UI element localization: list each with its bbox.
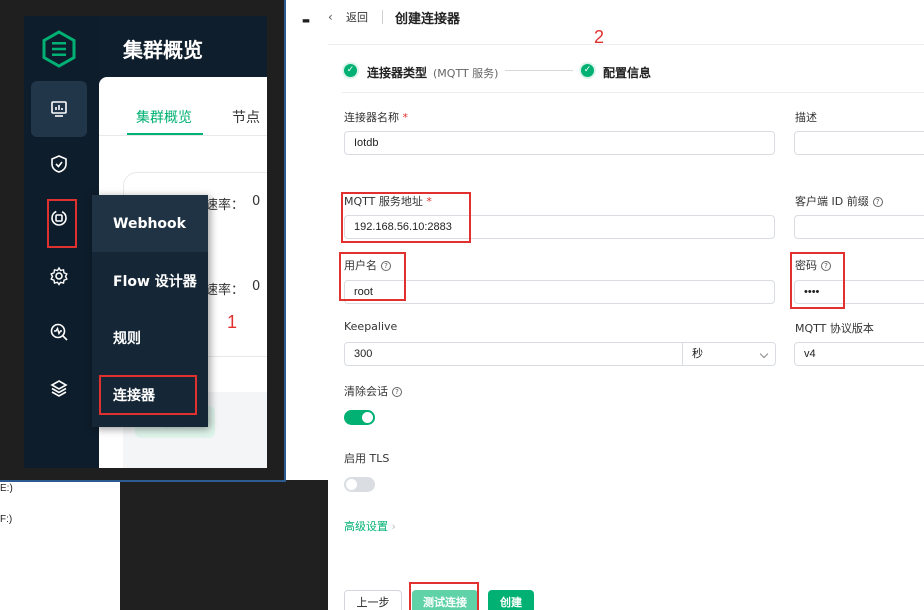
annotation-number-1: 1 (227, 312, 238, 332)
clean-session-label-text: 清除会话 (344, 385, 388, 398)
tabs-divider (99, 135, 267, 136)
back-chevron-icon[interactable]: ‹ (328, 10, 333, 24)
steps-connector-line (505, 70, 573, 71)
screenshot-root: E:) F:) 集群概览 集群概览 节点 速率： 0 速率： 0 Webhook… (0, 0, 924, 610)
chevron-right-icon: › (391, 520, 396, 533)
page-header: ‹ 返回 创建连接器 (328, 0, 924, 44)
keepalive-unit-value: 秒 (692, 347, 703, 360)
page-title: 创建连接器 (395, 12, 461, 27)
description-label: 描述 (795, 111, 817, 124)
tab-cluster-overview[interactable]: 集群概览 (136, 107, 192, 127)
connector-name-input[interactable]: Iotdb (344, 131, 775, 155)
previous-step-button[interactable]: 上一步 (344, 590, 402, 610)
create-connector-pane: ‹ 返回 创建连接器 ✓ 连接器类型 (MQTT 服务) ✓ 配置信息 2 连接… (328, 0, 924, 610)
stat-rate-value-1: 0 (252, 194, 261, 209)
keepalive-input[interactable]: 300 (344, 342, 683, 366)
create-button[interactable]: 创建 (488, 590, 534, 610)
step-2-label: 配置信息 (603, 66, 652, 80)
window-border-right (284, 0, 286, 482)
annotation-box-password (790, 252, 845, 309)
tls-toggle[interactable] (344, 477, 375, 492)
annotation-box-integration (47, 199, 77, 248)
menu-item-rules[interactable]: 规则 (92, 309, 208, 366)
step-1-label: 连接器类型 (367, 66, 428, 80)
settings-icon (50, 266, 68, 286)
chevron-down-icon (759, 349, 769, 359)
keepalive-unit-select[interactable]: 秒 (682, 342, 776, 366)
menu-item-flow-designer[interactable]: Flow 设计器 (92, 252, 208, 309)
tab-nodes[interactable]: 节点 (232, 107, 260, 127)
advanced-settings-link[interactable]: 高级设置 › (344, 518, 396, 534)
keepalive-label: Keepalive (344, 320, 398, 333)
clientid-label: 客户端 ID 前缀? (795, 193, 883, 209)
header-separator (382, 10, 383, 24)
nav-extensions-button[interactable] (31, 360, 87, 416)
toggle-knob (346, 479, 357, 490)
back-link[interactable]: 返回 (346, 9, 368, 25)
step-1-sub: (MQTT 服务) (433, 67, 499, 80)
toggle-knob (362, 412, 373, 423)
layers-icon (50, 380, 68, 397)
diagnose-icon (50, 323, 68, 341)
annotation-box-username (339, 252, 406, 301)
tls-label: 启用 TLS (344, 452, 390, 465)
menu-item-webhook[interactable]: Webhook (92, 195, 208, 252)
nav-access-control-button[interactable] (31, 136, 87, 192)
desktop-background-strip (120, 480, 328, 610)
drive-e[interactable]: E:) (0, 483, 13, 494)
step-1-check-icon: ✓ (342, 62, 359, 79)
username-input[interactable]: root (344, 280, 775, 304)
help-icon[interactable]: ? (872, 197, 883, 207)
form-divider (342, 92, 924, 93)
nav-management-button[interactable] (31, 248, 87, 304)
left-pane: E:) F:) 集群概览 集群概览 节点 速率： 0 速率： 0 Webhook… (0, 0, 328, 610)
description-input[interactable] (794, 131, 924, 155)
printer-icon[interactable] (298, 10, 314, 24)
nav-diagnose-button[interactable] (31, 304, 87, 360)
shield-icon (51, 155, 67, 173)
clean-session-label: 清除会话? (344, 383, 402, 399)
name-label: 连接器名称 * (344, 109, 408, 125)
required-mark: * (402, 111, 409, 124)
name-label-text: 连接器名称 (344, 111, 399, 124)
stat-rate-label-1: 速率： (205, 198, 245, 213)
stat-rate-value-2: 0 (252, 279, 261, 294)
clientid-label-text: 客户端 ID 前缀 (795, 195, 869, 208)
annotation-box-connectors (99, 375, 197, 415)
emqx-logo-icon[interactable] (40, 30, 78, 68)
help-icon[interactable]: ? (392, 387, 402, 397)
window-border-bottom (0, 480, 286, 482)
clean-session-toggle[interactable] (344, 410, 375, 425)
nav-dashboard-button[interactable] (31, 81, 87, 137)
mqtt-version-label: MQTT 协议版本 (795, 322, 874, 335)
clientid-prefix-input[interactable] (794, 215, 924, 239)
annotation-box-server (341, 192, 471, 243)
step-2-check-icon: ✓ (579, 62, 596, 79)
annotation-box-test-connection (409, 582, 479, 610)
advanced-settings-label: 高级设置 (344, 520, 388, 533)
annotation-number-2: 2 (594, 27, 605, 47)
mqtt-version-select[interactable]: v4 (794, 342, 924, 366)
stat-rate-label-2: 速率： (205, 283, 245, 298)
drive-f[interactable]: F:) (0, 514, 12, 525)
dashboard-icon (51, 101, 67, 117)
page-title: 集群概览 (123, 38, 203, 62)
